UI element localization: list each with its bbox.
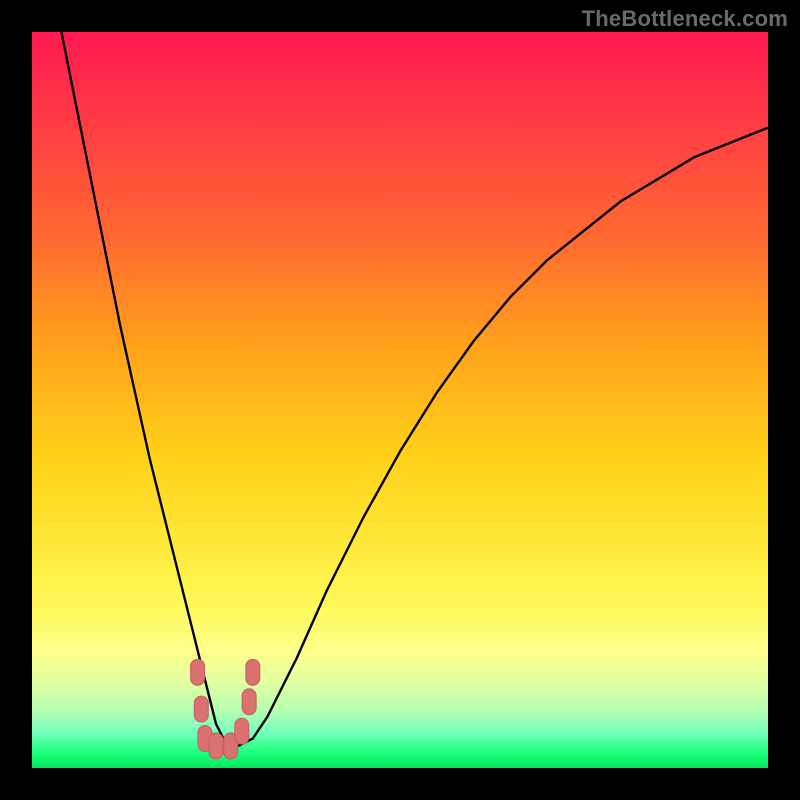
attribution-text: TheBottleneck.com [582,6,788,32]
curve-marker [209,733,223,759]
curve-markers [191,659,260,759]
curve-marker [242,689,256,715]
chart-frame: TheBottleneck.com [0,0,800,800]
curve-path [61,32,768,746]
bottleneck-curve [32,32,768,768]
curve-marker [194,696,208,722]
curve-marker [235,718,249,744]
curve-marker [191,659,205,685]
curve-marker [246,659,260,685]
plot-area [32,32,768,768]
